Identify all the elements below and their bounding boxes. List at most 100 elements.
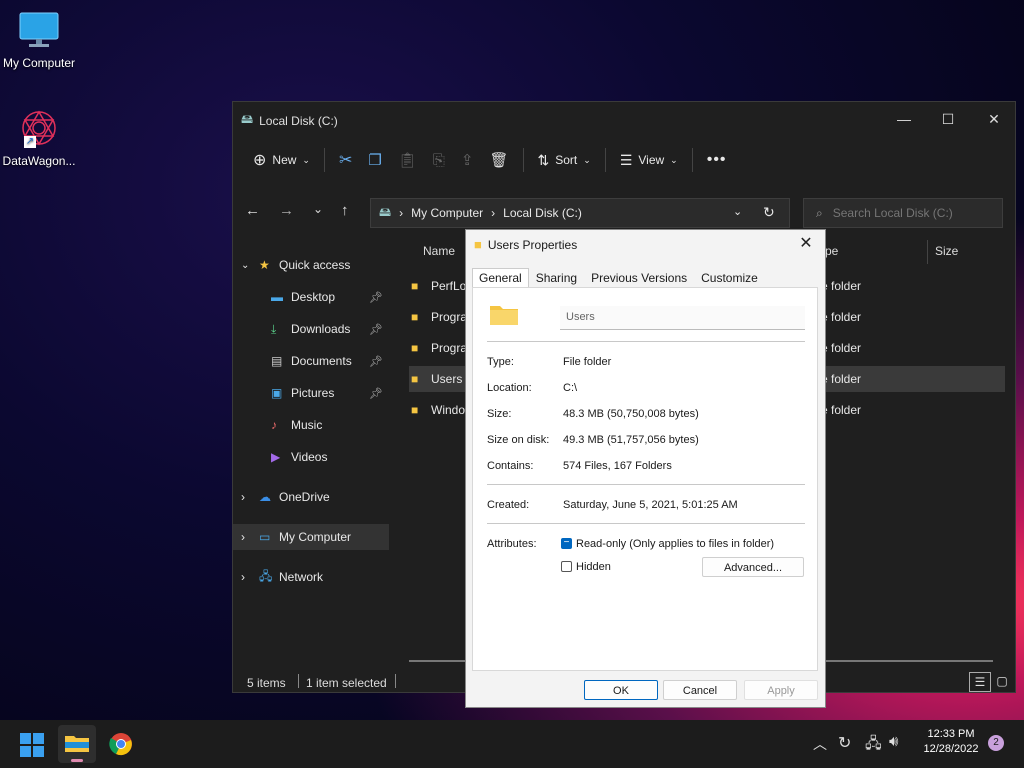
- chevron-right-icon: ›: [241, 570, 245, 584]
- volume-icon[interactable]: 🔊︎: [889, 733, 898, 750]
- nav-item-downloads[interactable]: ⤓ Downloads 📌︎: [233, 316, 389, 342]
- nav-item-pictures[interactable]: ▣ Pictures 📌︎: [233, 380, 389, 406]
- new-button[interactable]: ⊕ New ⌄: [245, 146, 318, 174]
- rename-button[interactable]: ⎘: [425, 146, 453, 174]
- hidden-checkbox[interactable]: [561, 561, 572, 572]
- more-options-button[interactable]: •••: [699, 146, 735, 174]
- video-icon: ▶: [271, 450, 281, 464]
- column-header-type[interactable]: pe: [825, 244, 838, 258]
- address-dropdown-icon[interactable]: ⌄: [733, 205, 742, 218]
- cloud-icon: ☁: [259, 490, 271, 504]
- location-label: Location:: [487, 382, 532, 394]
- monitor-icon: [18, 10, 60, 52]
- datawagon-logo-icon: ↗: [16, 108, 62, 150]
- share-button[interactable]: ⇪: [453, 146, 482, 174]
- cut-button[interactable]: ✂: [331, 146, 360, 174]
- view-list-icon: ☰: [619, 151, 633, 168]
- folder-icon: ■: [411, 403, 419, 417]
- chevron-right-icon: ›: [241, 530, 245, 544]
- up-button[interactable]: ↑: [341, 202, 349, 219]
- pin-icon: 📌︎: [369, 323, 383, 336]
- divider: [487, 523, 805, 524]
- navigation-pane: ⌄ ★ Quick access ▬ Desktop 📌︎ ⤓ Download…: [233, 250, 391, 670]
- show-hidden-icons-button[interactable]: ︿: [813, 734, 827, 754]
- notification-badge[interactable]: 2: [988, 735, 1004, 751]
- chrome-icon: [109, 733, 132, 756]
- tab-previous-versions[interactable]: Previous Versions: [584, 268, 694, 288]
- maximize-button[interactable]: ☐: [925, 106, 971, 132]
- taskbar-file-explorer[interactable]: [58, 725, 96, 763]
- folder-icon: ■: [411, 310, 419, 324]
- rename-icon: ⎘: [432, 151, 445, 169]
- column-header-name[interactable]: Name: [423, 244, 455, 258]
- readonly-checkbox[interactable]: −: [561, 538, 572, 549]
- copy-button[interactable]: ❐: [360, 146, 389, 174]
- desktop-icon-datawagon[interactable]: ↗ DataWagon...: [0, 108, 78, 168]
- size-on-disk-label: Size on disk:: [487, 434, 550, 446]
- general-panel: Users Type: File folder Location: C:\ Si…: [472, 287, 818, 671]
- cancel-button[interactable]: Cancel: [663, 680, 737, 700]
- ok-button[interactable]: OK: [584, 680, 658, 700]
- chevron-right-icon: ›: [241, 490, 245, 504]
- tab-sharing[interactable]: Sharing: [529, 268, 584, 288]
- paste-button[interactable]: 📋︎: [390, 146, 425, 174]
- nav-onedrive[interactable]: › ☁ OneDrive: [233, 484, 389, 510]
- apply-button[interactable]: Apply: [744, 680, 818, 700]
- breadcrumb-local-disk[interactable]: Local Disk (C:): [503, 206, 582, 220]
- tab-general[interactable]: General: [472, 268, 529, 288]
- desktop-icon-my-computer[interactable]: My Computer: [0, 10, 78, 70]
- forward-button[interactable]: →: [279, 202, 294, 219]
- nav-network[interactable]: › 🖧 Network: [233, 564, 389, 590]
- picture-icon: ▣: [271, 386, 283, 400]
- taskbar-chrome[interactable]: [109, 732, 133, 756]
- folder-icon: ■: [474, 237, 482, 252]
- type-value: File folder: [563, 356, 612, 368]
- breadcrumb-my-computer[interactable]: My Computer: [411, 206, 483, 220]
- chevron-down-icon: ⌄: [583, 154, 591, 165]
- clock[interactable]: 12:33 PM 12/28/2022: [916, 728, 986, 755]
- ellipsis-icon: •••: [706, 151, 727, 168]
- clipboard-icon: 📋︎: [397, 152, 417, 169]
- nav-item-desktop[interactable]: ▬ Desktop 📌︎: [233, 284, 389, 310]
- size-label: Size:: [487, 408, 512, 420]
- start-button[interactable]: [20, 733, 44, 757]
- tab-customize[interactable]: Customize: [694, 268, 765, 288]
- advanced-button[interactable]: Advanced...: [702, 557, 804, 577]
- recent-locations-button[interactable]: ⌄: [313, 202, 323, 216]
- hidden-label: Hidden: [576, 561, 611, 573]
- minimize-button[interactable]: —: [881, 106, 927, 132]
- sort-icon: ⇅: [537, 151, 550, 168]
- tiles-view-icon[interactable]: ▢: [993, 672, 1011, 690]
- status-divider: [395, 674, 396, 688]
- contains-value: 574 Files, 167 Folders: [563, 460, 672, 472]
- network-icon[interactable]: 🖧: [865, 733, 882, 758]
- back-button[interactable]: ←: [245, 202, 260, 219]
- music-icon: ♪: [271, 418, 277, 432]
- search-box[interactable]: ⌕: [803, 198, 1003, 228]
- type-label: Type:: [487, 356, 514, 368]
- chevron-down-icon: ⌄: [670, 154, 678, 165]
- windows-logo-icon: [20, 733, 44, 757]
- folder-name-input[interactable]: Users: [560, 306, 805, 330]
- status-divider: [298, 674, 299, 688]
- nav-item-music[interactable]: ♪ Music: [233, 412, 389, 438]
- refresh-icon[interactable]: ↻: [763, 204, 775, 221]
- folder-icon: ■: [411, 341, 419, 355]
- column-header-size[interactable]: Size: [935, 244, 958, 258]
- chevron-down-icon: ⌄: [302, 154, 310, 165]
- close-window-button[interactable]: ✕: [971, 106, 1017, 132]
- delete-button[interactable]: 🗑︎: [481, 146, 516, 174]
- nav-item-documents[interactable]: ▤ Documents 📌︎: [233, 348, 389, 374]
- address-bar[interactable]: 🖴 › My Computer › Local Disk (C:) ⌄ ↻: [370, 198, 790, 228]
- dialog-close-button[interactable]: ✕: [793, 233, 819, 255]
- sync-icon[interactable]: ↻: [838, 733, 851, 753]
- nav-item-videos[interactable]: ▶ Videos: [233, 444, 389, 470]
- search-input[interactable]: [830, 205, 985, 221]
- sort-button[interactable]: ⇅ Sort ⌄: [530, 146, 599, 174]
- readonly-label: Read-only (Only applies to files in fold…: [576, 538, 775, 550]
- nav-quick-access[interactable]: ⌄ ★ Quick access: [233, 252, 389, 278]
- nav-my-computer[interactable]: › ▭ My Computer: [233, 524, 389, 550]
- view-button[interactable]: ☰ View ⌄: [612, 146, 686, 174]
- document-icon: ▤: [271, 354, 283, 368]
- details-view-icon[interactable]: ☰: [969, 672, 991, 692]
